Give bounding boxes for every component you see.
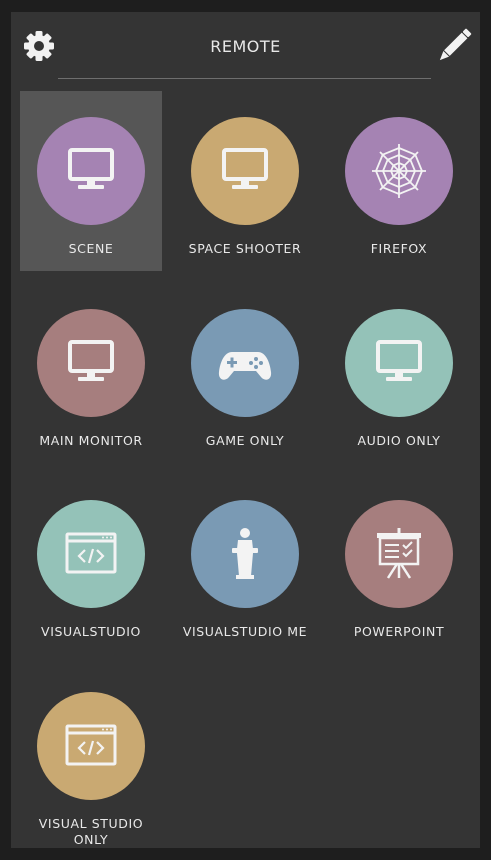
tile-visualstudio-me[interactable]: VISUALSTUDIO ME xyxy=(174,474,316,654)
tile-label: FIREFOX xyxy=(370,241,428,256)
tile-icon-circle xyxy=(345,309,453,417)
tile-icon-circle xyxy=(191,117,299,225)
tile-label: VISUAL STUDIO ONLY xyxy=(38,816,144,847)
tile-label: AUDIO ONLY xyxy=(357,433,441,448)
spiderweb-icon xyxy=(372,144,426,198)
page-title: REMOTE xyxy=(210,37,281,56)
tile-icon-circle xyxy=(37,309,145,417)
tile-main-monitor[interactable]: MAIN MONITOR xyxy=(20,283,162,463)
tile-label: VISUALSTUDIO ME xyxy=(182,624,308,639)
gamepad-icon xyxy=(218,352,272,380)
tile-icon-circle xyxy=(37,692,145,800)
tile-game-only[interactable]: GAME ONLY xyxy=(174,283,316,463)
tile-label: SCENE xyxy=(68,241,114,256)
tile-label: POWERPOINT xyxy=(353,624,445,639)
monitor-icon xyxy=(222,148,268,189)
presentation-icon xyxy=(377,528,421,579)
tile-space-shooter[interactable]: SPACE SHOOTER xyxy=(174,91,316,271)
tile-icon-circle xyxy=(191,500,299,608)
tile-icon-circle xyxy=(191,309,299,417)
tile-powerpoint[interactable]: POWERPOINT xyxy=(328,474,470,654)
remote-app: REMOTE SCENE SPACE SHOOTER FIREFOX MAIN … xyxy=(11,12,480,848)
tile-label: VISUALSTUDIO xyxy=(41,624,141,639)
tile-visual-studio-only[interactable]: VISUAL STUDIO ONLY xyxy=(20,666,162,847)
header: REMOTE xyxy=(11,12,480,80)
tile-icon-circle xyxy=(345,500,453,608)
tile-label: MAIN MONITOR xyxy=(39,433,143,448)
podium-icon xyxy=(232,528,258,579)
code-window-icon xyxy=(65,532,117,574)
tile-visualstudio[interactable]: VISUALSTUDIO xyxy=(20,474,162,654)
tile-label: SPACE SHOOTER xyxy=(188,241,302,256)
monitor-icon xyxy=(376,340,422,381)
header-divider xyxy=(58,78,431,79)
tile-label: GAME ONLY xyxy=(205,433,285,448)
tile-icon-circle xyxy=(37,117,145,225)
tile-scene[interactable]: SCENE xyxy=(20,91,162,271)
tile-firefox[interactable]: FIREFOX xyxy=(328,91,470,271)
code-window-icon xyxy=(65,724,117,766)
monitor-icon xyxy=(68,340,114,381)
pencil-icon[interactable] xyxy=(435,27,473,65)
monitor-icon xyxy=(68,148,114,189)
tile-audio-only[interactable]: AUDIO ONLY xyxy=(328,283,470,463)
tile-icon-circle xyxy=(37,500,145,608)
tile-icon-circle xyxy=(345,117,453,225)
